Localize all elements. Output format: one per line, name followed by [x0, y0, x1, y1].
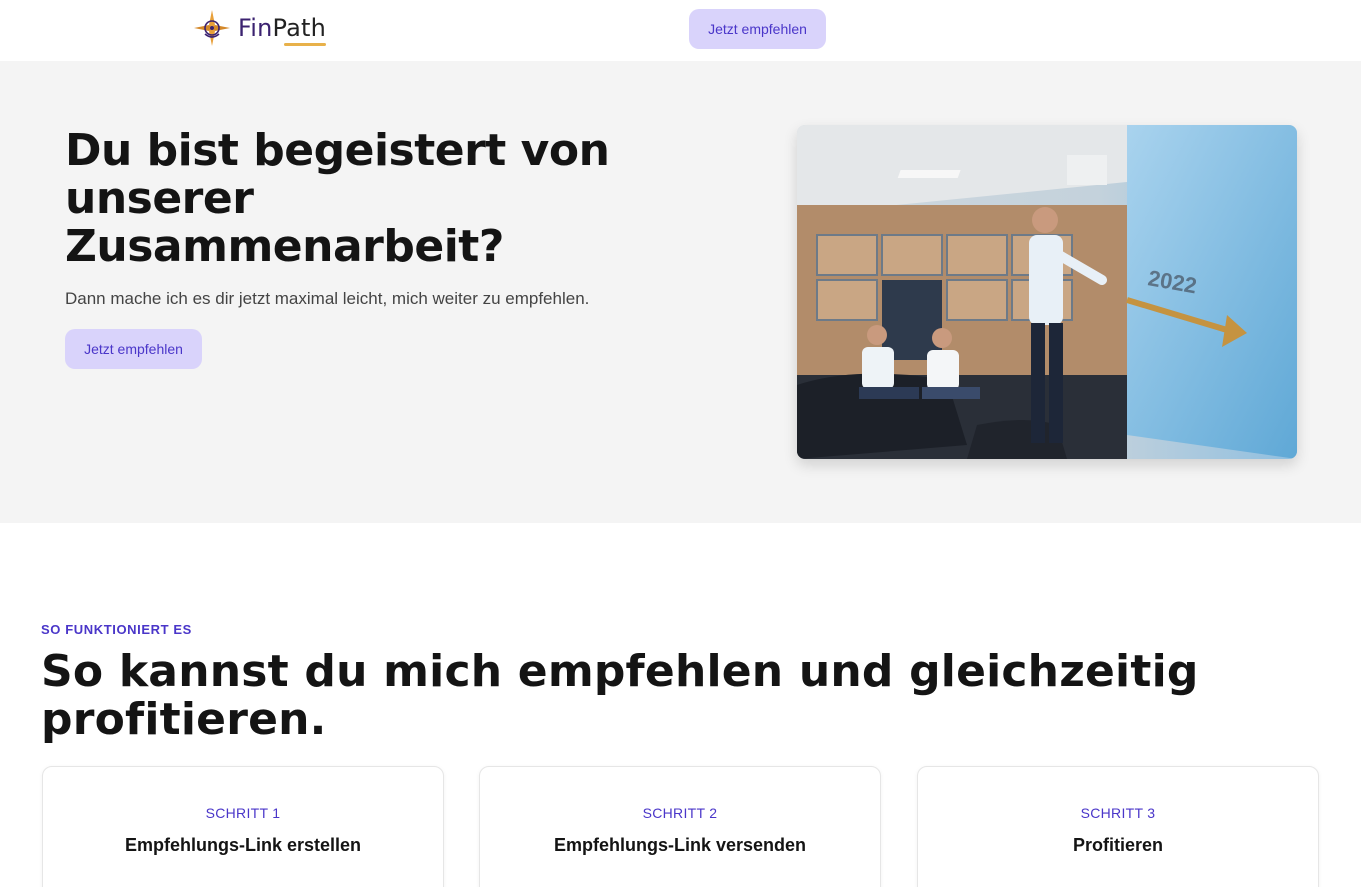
hero-section: Du bist begeistert von unserer Zusammena… — [0, 61, 1361, 523]
step-label: SCHRITT 3 — [1080, 805, 1156, 821]
step-label: SCHRITT 1 — [205, 805, 281, 821]
compass-logo-icon — [194, 10, 230, 46]
hero-title: Du bist begeistert von unserer Zusammena… — [65, 125, 610, 272]
logo-wordmark: FinPath — [238, 14, 327, 46]
step-card: SCHRITT 3 Profitieren — [917, 766, 1319, 887]
step-label: SCHRITT 2 — [642, 805, 718, 821]
finpath-logo[interactable]: FinPath — [192, 8, 327, 48]
hero-recommend-button[interactable]: Jetzt empfehlen — [65, 329, 202, 369]
step-title: Empfehlungs-Link versenden — [553, 835, 807, 855]
hero-team-photo: 2022 — [797, 125, 1297, 459]
hero-subtitle: Dann mache ich es dir jetzt maximal leic… — [65, 289, 590, 308]
logo-underline — [284, 43, 327, 46]
logo-wordmark-suffix: Path — [272, 14, 327, 42]
step-card: SCHRITT 2 Empfehlungs-Link versenden — [479, 766, 881, 887]
step-title: Profitieren — [1072, 835, 1164, 855]
site-header: FinPath Jetzt empfehlen — [0, 0, 1361, 61]
logo-wordmark-prefix: Fin — [238, 14, 273, 42]
header-recommend-button[interactable]: Jetzt empfehlen — [689, 9, 826, 49]
step-title: Empfehlungs-Link erstellen — [124, 835, 362, 855]
steps-title: So kannst du mich empfehlen und gleichze… — [41, 646, 1199, 745]
steps-eyebrow: SO FUNKTIONIERT ES — [41, 622, 192, 637]
step-card: SCHRITT 1 Empfehlungs-Link erstellen — [42, 766, 444, 887]
